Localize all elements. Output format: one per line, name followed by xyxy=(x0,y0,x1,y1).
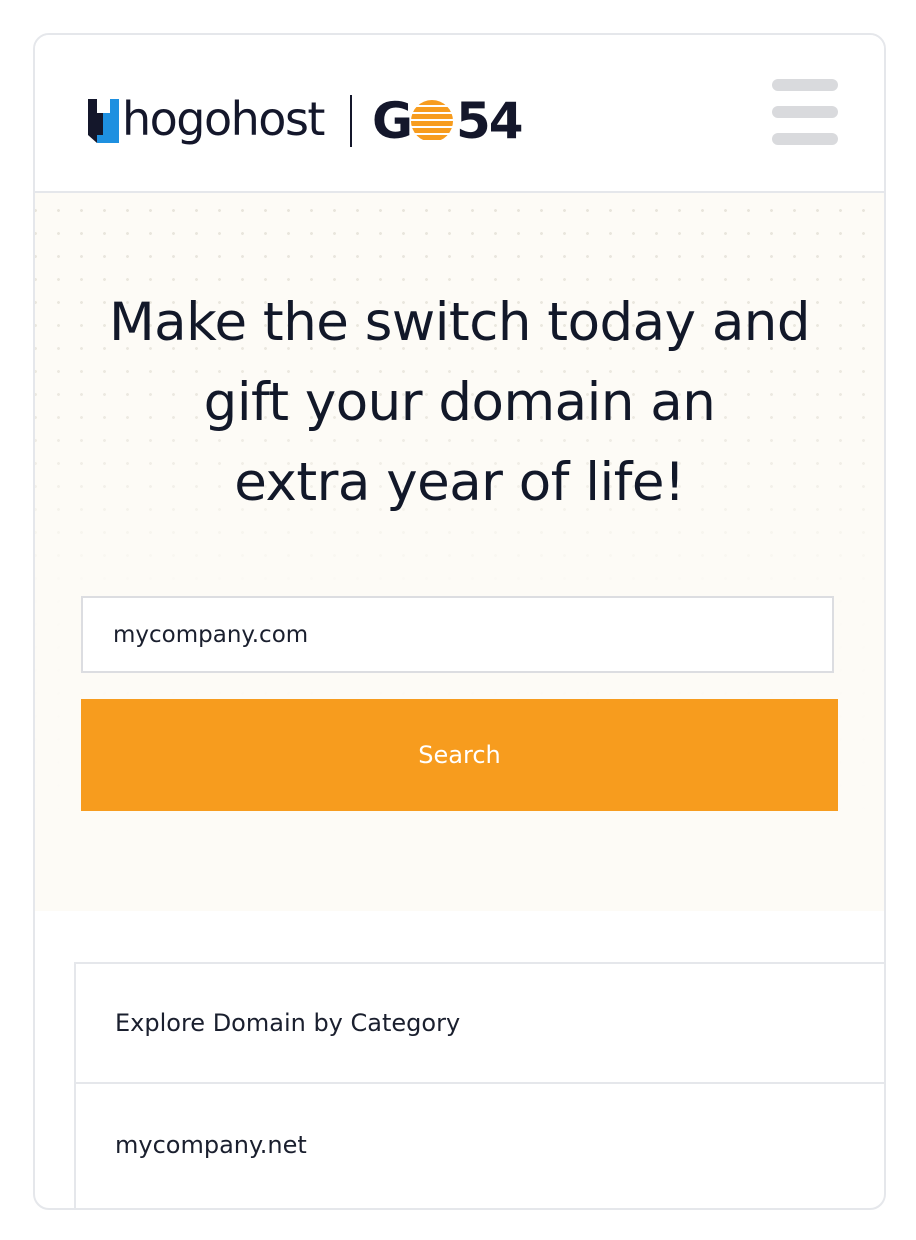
go54-logo: G 54 xyxy=(371,92,524,150)
whogohost-logo-mark-icon xyxy=(88,99,119,143)
menu-bar-top xyxy=(772,79,838,91)
domain-results-list: Explore Domain by Category mycompany.net xyxy=(74,962,884,1208)
menu-bar-middle xyxy=(772,106,838,118)
go54-sun-icon xyxy=(411,100,453,140)
headline-line-3: extra year of life! xyxy=(234,452,685,513)
site-logo[interactable]: hogohost G 54 xyxy=(88,91,524,151)
menu-bar-bottom xyxy=(772,133,838,145)
brand-name: hogohost xyxy=(122,92,325,146)
list-item-domain-suggestion[interactable]: mycompany.net xyxy=(76,1084,884,1208)
headline-line-1: Make the switch today and xyxy=(108,292,811,353)
partner-name-54: 54 xyxy=(456,92,524,150)
hamburger-menu-button[interactable] xyxy=(772,79,838,147)
list-item-explore-category[interactable]: Explore Domain by Category xyxy=(76,964,884,1084)
search-button[interactable]: Search xyxy=(81,699,838,811)
hero-section: Make the switch today and gift your doma… xyxy=(35,193,884,911)
list-item-label: Explore Domain by Category xyxy=(115,1009,461,1037)
logo-divider xyxy=(349,95,352,147)
page-frame: hogohost G 54 Make the switch today and … xyxy=(33,33,886,1210)
headline-line-2: gift your domain an xyxy=(203,372,716,433)
partner-name-g: G xyxy=(371,92,413,150)
list-item-label: mycompany.net xyxy=(115,1131,307,1159)
domain-search-input[interactable] xyxy=(81,596,834,673)
site-header: hogohost G 54 xyxy=(35,35,884,193)
hero-headline: Make the switch today and gift your doma… xyxy=(55,283,864,523)
